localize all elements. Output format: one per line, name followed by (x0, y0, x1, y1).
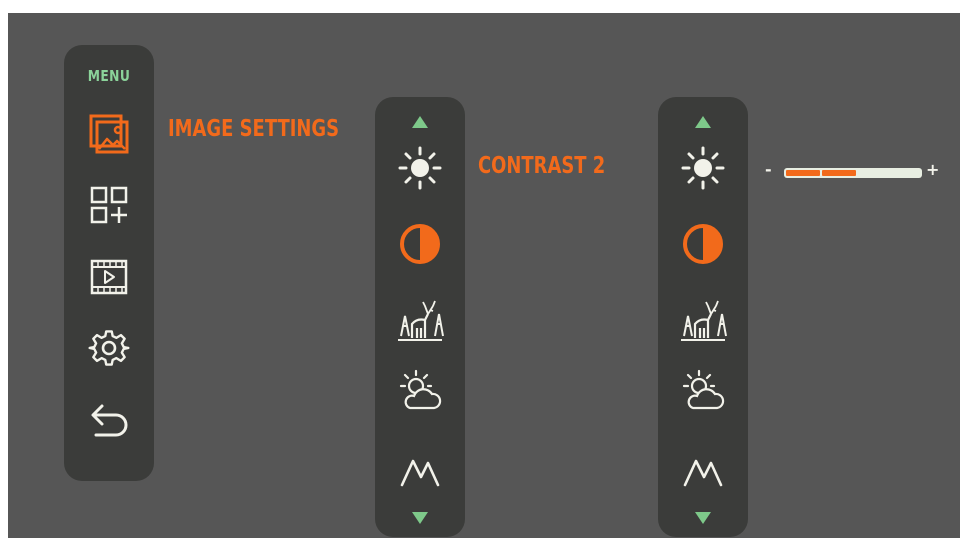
slider-minus-label[interactable]: - (765, 160, 772, 179)
slider-plus-label[interactable]: + (926, 160, 939, 179)
sharpness-icon[interactable] (399, 455, 441, 489)
back-arrow-icon[interactable] (88, 401, 130, 443)
image-settings-heading: IMAGE SETTINGS (168, 116, 340, 142)
scroll-up-arrow-icon[interactable] (694, 115, 712, 129)
menu-title: MENU (87, 67, 131, 85)
slider-segment-1 (786, 170, 820, 176)
scroll-down-arrow-icon[interactable] (411, 511, 429, 525)
sharpness-icon[interactable] (682, 455, 724, 489)
video-icon[interactable] (89, 257, 129, 297)
scene-mode-icon[interactable] (395, 294, 445, 344)
contrast-icon[interactable] (398, 222, 442, 266)
weather-mode-icon[interactable] (679, 368, 727, 416)
main-menu-panel: MENU (64, 45, 154, 481)
contrast-settings-panel (658, 97, 748, 537)
brightness-icon[interactable] (397, 145, 443, 191)
add-widget-icon[interactable] (89, 185, 129, 225)
weather-mode-icon[interactable] (396, 368, 444, 416)
scroll-down-arrow-icon[interactable] (694, 511, 712, 525)
brightness-icon[interactable] (680, 145, 726, 191)
contrast-icon[interactable] (681, 222, 725, 266)
slider-segment-2 (822, 170, 856, 176)
image-icon[interactable] (87, 113, 131, 157)
gear-icon[interactable] (88, 327, 130, 369)
contrast-heading: CONTRAST 2 (478, 153, 606, 179)
scene-mode-icon[interactable] (678, 294, 728, 344)
image-settings-panel (375, 97, 465, 537)
screen: MENU IMAGE SETTINGS CONTRAST 2 - + (8, 13, 960, 538)
contrast-slider[interactable] (784, 168, 922, 178)
scroll-up-arrow-icon[interactable] (411, 115, 429, 129)
